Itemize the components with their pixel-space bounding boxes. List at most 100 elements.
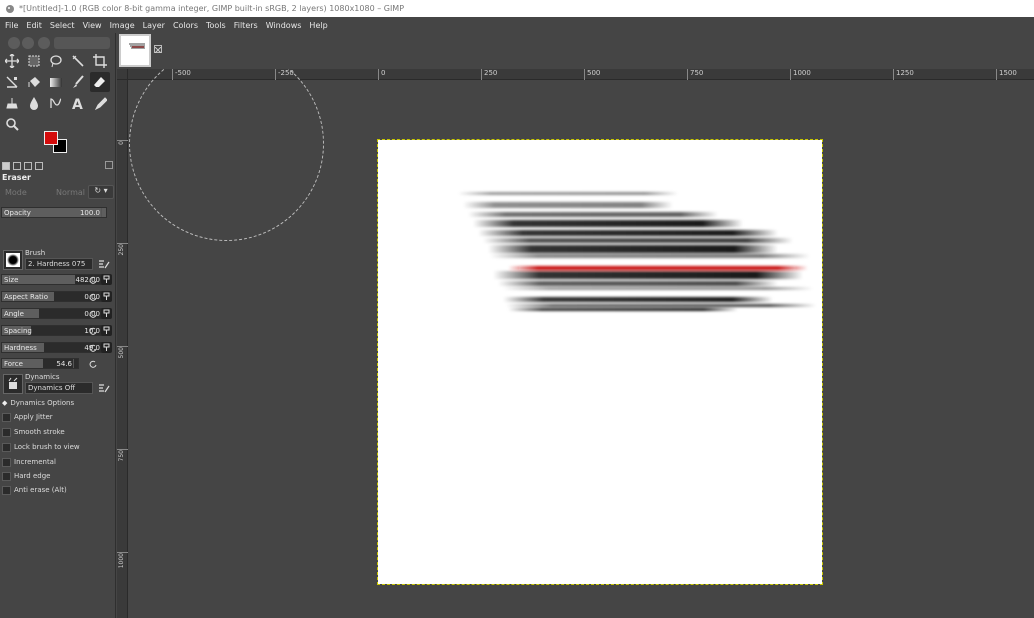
gradient-icon[interactable] <box>46 72 66 92</box>
rect-select-icon[interactable] <box>24 51 44 71</box>
tool-options-tab[interactable] <box>2 161 10 170</box>
force-slider[interactable]: Force 54.6 <box>1 358 79 369</box>
menu-view[interactable]: View <box>79 21 106 30</box>
paintbrush-icon[interactable] <box>68 72 88 92</box>
wilber-logo <box>8 37 110 49</box>
tool-options-title: Eraser <box>2 173 31 182</box>
v-ruler-label: 750 <box>118 450 125 462</box>
dynamics-preview[interactable] <box>3 374 23 394</box>
force-value: 54.6 <box>56 360 72 368</box>
reset-hardness-icon[interactable] <box>88 343 98 353</box>
menu-bar: File Edit Select View Image Layer Colors… <box>0 17 1034 33</box>
brush-label: Brush <box>25 249 46 257</box>
dock-config-icon[interactable] <box>105 161 113 169</box>
menu-help[interactable]: Help <box>305 21 331 30</box>
reset-force-icon[interactable] <box>88 359 98 369</box>
smooth-stroke-checkbox[interactable]: Smooth stroke <box>2 426 65 438</box>
hard-edge-checkbox[interactable]: Hard edge <box>2 470 50 482</box>
fuzzy-select-icon[interactable] <box>68 51 88 71</box>
undo-history-tab[interactable] <box>24 161 32 170</box>
v-ruler-tick: 750 <box>117 449 128 461</box>
brush-preview[interactable] <box>3 250 23 270</box>
foreground-color[interactable] <box>44 131 58 145</box>
close-image-icon[interactable] <box>154 45 162 54</box>
images-tab[interactable] <box>35 161 43 170</box>
svg-text:A: A <box>72 97 83 110</box>
device-status-tab[interactable] <box>13 161 21 170</box>
force-label: Force <box>4 360 23 368</box>
h-ruler-tick: 250 <box>481 69 497 80</box>
menu-layer[interactable]: Layer <box>139 21 169 30</box>
h-ruler-tick: 0 <box>378 69 385 80</box>
image-tabs <box>117 33 1034 69</box>
brush-name-field[interactable]: 2. Hardness 075 <box>25 258 93 270</box>
edit-brush-icon[interactable] <box>98 258 110 270</box>
canvas-area[interactable]: -500 -250 0 250 500 750 1000 1250 1500 0… <box>117 69 1034 618</box>
reset-spacing-icon[interactable] <box>88 326 98 336</box>
incremental-checkbox[interactable]: Incremental <box>2 456 56 468</box>
zoom-icon[interactable] <box>2 114 22 134</box>
menu-windows[interactable]: Windows <box>262 21 306 30</box>
bucket-fill-icon[interactable] <box>24 72 44 92</box>
eraser-icon[interactable] <box>90 72 110 92</box>
ruler-corner[interactable] <box>117 69 128 80</box>
menu-file[interactable]: File <box>1 21 22 30</box>
lock-brush-label: Lock brush to view <box>14 443 80 451</box>
mode-switch-button[interactable]: ↻ ▾ <box>88 185 114 199</box>
window-title: *[Untitled]-1.0 (RGB color 8-bit gamma i… <box>19 4 405 13</box>
image-thumbnail[interactable] <box>119 34 151 67</box>
v-ruler-label: 0 <box>118 141 125 145</box>
hardness-label: Hardness <box>4 344 37 352</box>
color-selector[interactable] <box>44 131 74 157</box>
menu-select[interactable]: Select <box>46 21 79 30</box>
apply-jitter-checkbox[interactable]: Apply Jitter <box>2 411 53 423</box>
link-size-icon[interactable] <box>101 274 112 285</box>
mode-label: Mode <box>5 188 27 197</box>
opacity-label: Opacity <box>4 209 31 217</box>
crop-icon[interactable] <box>90 51 110 71</box>
apply-jitter-label: Apply Jitter <box>14 413 53 421</box>
edit-dynamics-icon[interactable] <box>98 382 110 394</box>
smooth-stroke-label: Smooth stroke <box>14 428 65 436</box>
dynamics-options-label: Dynamics Options <box>10 399 75 407</box>
link-spacing-icon[interactable] <box>101 325 112 336</box>
dock-tabs <box>0 160 116 171</box>
opacity-slider[interactable]: Opacity 100.0 <box>1 207 107 218</box>
anti-erase-checkbox[interactable]: Anti erase (Alt) <box>2 484 67 496</box>
brush-row: Brush 2. Hardness 075 <box>0 247 116 273</box>
dynamics-options-expander[interactable]: ◆ Dynamics Options <box>2 397 74 409</box>
text-tool-icon[interactable]: A <box>68 93 88 113</box>
lock-brush-checkbox[interactable]: Lock brush to view <box>2 441 80 453</box>
menu-filters[interactable]: Filters <box>230 21 262 30</box>
reset-angle-icon[interactable] <box>88 309 98 319</box>
reset-aspect-icon[interactable] <box>88 292 98 302</box>
hard-edge-label: Hard edge <box>14 472 51 480</box>
menu-image[interactable]: Image <box>106 21 139 30</box>
lasso-icon[interactable] <box>46 51 66 71</box>
link-aspect-icon[interactable] <box>101 291 112 302</box>
v-ruler-label: 250 <box>118 244 125 256</box>
color-picker-icon[interactable] <box>90 93 110 113</box>
dynamics-name-field[interactable]: Dynamics Off <box>25 382 93 394</box>
spacing-label: Spacing <box>4 327 32 335</box>
link-hardness-icon[interactable] <box>101 342 112 353</box>
size-label: Size <box>4 276 19 284</box>
warp-transform-icon[interactable] <box>2 72 22 92</box>
vertical-ruler[interactable]: 0 250 500 750 1000 <box>117 80 128 618</box>
gimp-icon <box>6 4 14 13</box>
menu-edit[interactable]: Edit <box>22 21 46 30</box>
move-tool-icon[interactable] <box>2 51 22 71</box>
link-angle-icon[interactable] <box>101 308 112 319</box>
opacity-value: 100.0 <box>79 209 100 217</box>
v-ruler-tick: 500 <box>117 346 128 358</box>
menu-tools[interactable]: Tools <box>202 21 230 30</box>
smudge-icon[interactable] <box>24 93 44 113</box>
v-ruler-tick: 0 <box>117 140 128 145</box>
clone-icon[interactable] <box>2 93 22 113</box>
reset-size-icon[interactable] <box>88 275 98 285</box>
menu-colors[interactable]: Colors <box>169 21 202 30</box>
mode-dropdown[interactable]: Normal <box>45 186 85 198</box>
image-canvas[interactable] <box>377 139 823 585</box>
h-ruler-tick: 1000 <box>790 69 811 80</box>
path-icon[interactable] <box>46 93 66 113</box>
